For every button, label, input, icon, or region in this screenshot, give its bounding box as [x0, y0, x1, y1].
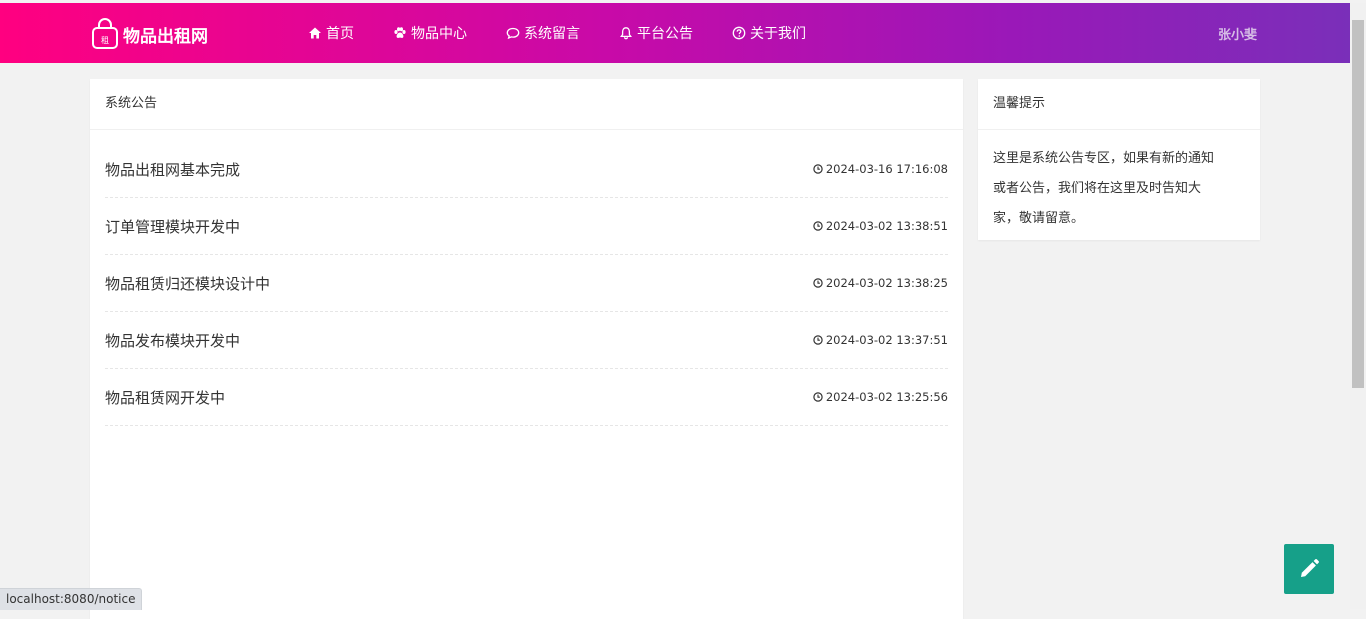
- notice-item[interactable]: 物品发布模块开发中 2024-03-02 13:37:51: [105, 312, 948, 369]
- notice-time: 2024-03-02 13:38:25: [813, 276, 948, 290]
- tip-line: 家，敬请留意。: [993, 211, 1085, 226]
- home-icon: [309, 27, 321, 39]
- notice-time: 2024-03-16 17:16:08: [813, 162, 948, 176]
- notice-time: 2024-03-02 13:25:56: [813, 390, 948, 404]
- nav-announcements-label: 平台公告: [637, 26, 693, 42]
- comment-icon: [506, 27, 520, 40]
- notice-time-text: 2024-03-02 13:38:25: [825, 276, 948, 290]
- notice-item[interactable]: 物品租赁网开发中 2024-03-02 13:25:56: [105, 369, 948, 426]
- shopping-bag-icon: 租: [92, 18, 118, 49]
- notice-title[interactable]: 订单管理模块开发中: [105, 216, 240, 237]
- question-circle-icon: [732, 26, 746, 40]
- main-nav: 首页 物品中心 系统留言 平台公告 关于我们: [308, 3, 845, 63]
- nav-messages-label: 系统留言: [524, 26, 580, 42]
- notice-title[interactable]: 物品租赁网开发中: [105, 387, 225, 408]
- notice-item[interactable]: 物品出租网基本完成 2024-03-16 17:16:08: [105, 141, 948, 198]
- nav-home[interactable]: 首页: [308, 23, 354, 43]
- notice-title[interactable]: 物品发布模块开发中: [105, 330, 240, 351]
- pencil-icon: [1301, 559, 1319, 577]
- page-scrollbar[interactable]: [1350, 3, 1366, 609]
- bell-icon: [620, 27, 632, 40]
- clock-icon: [813, 392, 823, 402]
- notice-time-text: 2024-03-02 13:25:56: [825, 390, 948, 404]
- scrollbar-thumb[interactable]: [1352, 20, 1364, 388]
- brand-name: 物品出租网: [123, 26, 208, 47]
- notice-time: 2024-03-02 13:38:51: [813, 219, 948, 233]
- clock-icon: [813, 335, 823, 345]
- notice-panel: 系统公告 物品出租网基本完成 2024-03-16 17:16:08 订单管理模…: [90, 79, 963, 619]
- user-menu[interactable]: 张小斐: [1218, 3, 1257, 63]
- notice-list: 物品出租网基本完成 2024-03-16 17:16:08 订单管理模块开发中 …: [105, 141, 948, 426]
- nav-about[interactable]: 关于我们: [732, 23, 806, 43]
- notice-item[interactable]: 订单管理模块开发中 2024-03-02 13:38:51: [105, 198, 948, 255]
- paw-icon: [394, 27, 406, 38]
- nav-messages[interactable]: 系统留言: [506, 23, 580, 43]
- tip-panel: 温馨提示 这里是系统公告专区，如果有新的通知 或者公告，我们将在这里及时告知大 …: [978, 79, 1260, 240]
- notice-title[interactable]: 物品出租网基本完成: [105, 159, 240, 180]
- notice-time-text: 2024-03-02 13:38:51: [825, 219, 948, 233]
- nav-items-center[interactable]: 物品中心: [393, 23, 467, 43]
- nav-home-label: 首页: [326, 26, 354, 42]
- notice-item[interactable]: 物品租赁归还模块设计中 2024-03-02 13:38:25: [105, 255, 948, 312]
- notice-time-text: 2024-03-16 17:16:08: [825, 162, 948, 176]
- write-button[interactable]: [1284, 544, 1334, 594]
- nav-about-label: 关于我们: [750, 26, 806, 42]
- nav-items-center-label: 物品中心: [411, 26, 467, 42]
- notice-panel-title: 系统公告: [90, 79, 963, 130]
- nav-announcements[interactable]: 平台公告: [619, 23, 693, 43]
- logo-char: 租: [101, 36, 109, 45]
- tip-panel-title: 温馨提示: [978, 79, 1260, 130]
- notice-title[interactable]: 物品租赁归还模块设计中: [105, 273, 270, 294]
- brand-logo[interactable]: 租 物品出租网: [91, 17, 208, 51]
- notice-time-text: 2024-03-02 13:37:51: [825, 333, 948, 347]
- tip-line: 或者公告，我们将在这里及时告知大: [993, 181, 1202, 196]
- clock-icon: [813, 278, 823, 288]
- top-navbar: 租 物品出租网 首页 物品中心 系统留言 平台公告 关于我们 张小斐: [0, 3, 1350, 63]
- browser-status-url: localhost:8080/notice: [0, 588, 143, 610]
- notice-time: 2024-03-02 13:37:51: [813, 333, 948, 347]
- clock-icon: [813, 221, 823, 231]
- tip-text: 这里是系统公告专区，如果有新的通知 或者公告，我们将在这里及时告知大 家，敬请留…: [978, 130, 1260, 234]
- user-name: 张小斐: [1218, 27, 1258, 43]
- clock-icon: [813, 164, 823, 174]
- tip-line: 这里是系统公告专区，如果有新的通知: [993, 151, 1215, 166]
